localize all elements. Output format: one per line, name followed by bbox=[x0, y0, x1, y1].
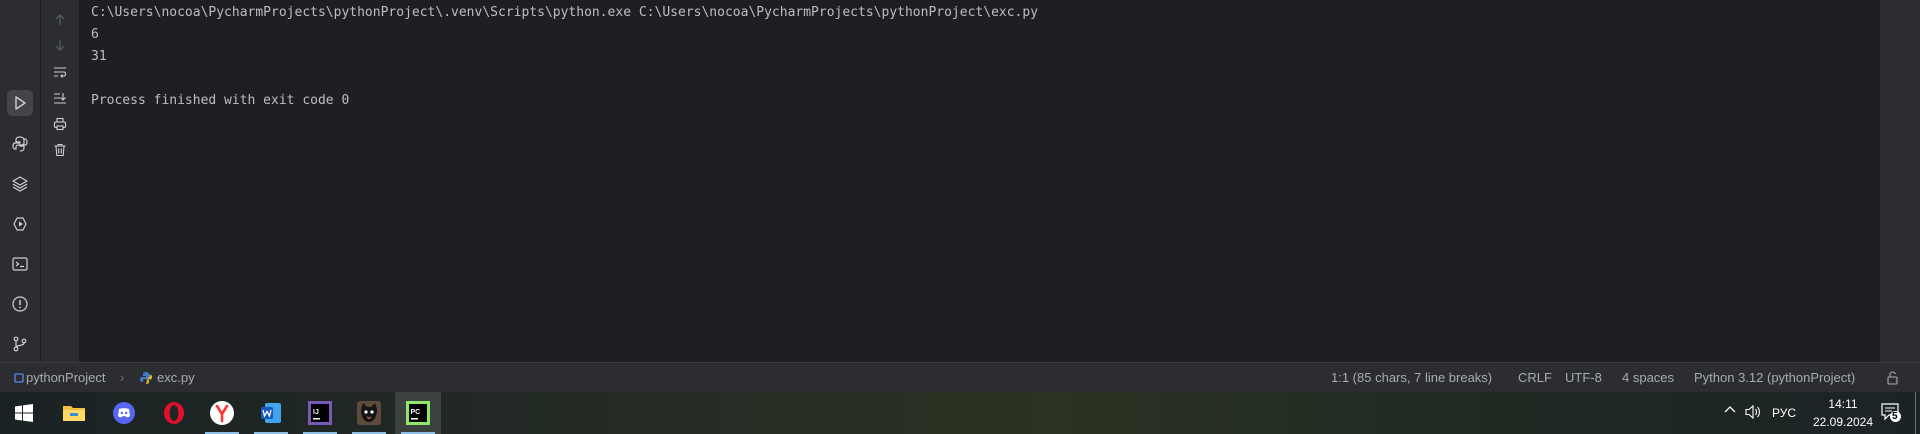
problems-icon bbox=[12, 296, 28, 312]
run-console[interactable]: C:\Users\nocoa\PycharmProjects\pythonPro… bbox=[80, 0, 1880, 362]
file-explorer-icon bbox=[63, 406, 85, 421]
breadcrumb-chevron-icon: › bbox=[120, 370, 125, 385]
print-button[interactable] bbox=[50, 114, 70, 134]
scroll-to-end-button[interactable] bbox=[50, 88, 70, 108]
services-tool-button[interactable] bbox=[7, 211, 33, 237]
problems-tool-button[interactable] bbox=[7, 291, 33, 317]
print-icon bbox=[53, 117, 67, 131]
status-bar: pythonProject › exc.py 1:1 (85 chars, 7 … bbox=[0, 362, 1920, 393]
indent-setting[interactable]: 4 spaces bbox=[1622, 370, 1674, 385]
git-tool-button[interactable] bbox=[7, 331, 33, 357]
windows-taskbar: IJ PC РУС 14:11 22.09.2024 5 bbox=[0, 392, 1920, 434]
word-icon bbox=[261, 403, 281, 423]
python-packages-tool-button[interactable] bbox=[7, 171, 33, 197]
terminal-icon bbox=[12, 257, 28, 271]
opera-icon bbox=[164, 402, 184, 424]
scroll-to-end-icon bbox=[54, 93, 66, 104]
services-icon bbox=[13, 217, 27, 231]
console-line-output: 31 bbox=[91, 49, 107, 64]
terminal-tool-button[interactable] bbox=[7, 251, 33, 277]
svg-text:IJ: IJ bbox=[313, 409, 319, 416]
taskbar-cat-app[interactable] bbox=[346, 392, 392, 434]
run-tool-button[interactable] bbox=[7, 90, 33, 116]
cat-app-icon bbox=[357, 401, 381, 425]
clear-all-button[interactable] bbox=[50, 140, 70, 160]
soft-wrap-icon bbox=[54, 67, 67, 78]
python-packages-icon bbox=[12, 176, 28, 192]
console-line-exit-status: Process finished with exit code 0 bbox=[91, 93, 350, 108]
volume-icon[interactable] bbox=[1744, 404, 1762, 423]
input-language[interactable]: РУС bbox=[1772, 406, 1796, 420]
breadcrumb-file[interactable]: exc.py bbox=[157, 370, 195, 385]
right-gutter bbox=[1879, 0, 1920, 362]
windows-start-icon bbox=[15, 404, 33, 422]
taskbar-opera[interactable] bbox=[151, 392, 197, 434]
previous-occurrence-button[interactable] bbox=[50, 10, 70, 30]
taskbar-file-explorer[interactable] bbox=[51, 392, 97, 434]
taskbar-intellij-idea[interactable]: IJ bbox=[297, 392, 343, 434]
python-console-icon bbox=[12, 136, 28, 152]
soft-wrap-button[interactable] bbox=[50, 62, 70, 82]
taskbar-discord[interactable] bbox=[101, 392, 147, 434]
notifications-icon[interactable] bbox=[1880, 401, 1902, 426]
breadcrumb-project[interactable]: pythonProject bbox=[26, 370, 106, 385]
start-button[interactable] bbox=[1, 392, 47, 434]
notification-count-badge: 5 bbox=[1892, 411, 1898, 422]
pycharm-icon: PC bbox=[406, 401, 430, 425]
python-file-icon bbox=[139, 371, 153, 388]
trash-icon bbox=[54, 143, 66, 157]
run-toolbar bbox=[41, 0, 80, 362]
git-icon bbox=[13, 336, 27, 352]
taskbar-yandex-browser[interactable] bbox=[199, 392, 245, 434]
intellij-idea-icon: IJ bbox=[308, 401, 332, 425]
svg-text:PC: PC bbox=[411, 409, 421, 416]
taskbar-word[interactable] bbox=[248, 392, 294, 434]
clock-date[interactable]: 22.09.2024 bbox=[1806, 415, 1880, 429]
show-desktop-button[interactable] bbox=[1915, 392, 1920, 434]
discord-icon bbox=[113, 402, 135, 424]
next-occurrence-button[interactable] bbox=[50, 35, 70, 55]
tool-window-bar bbox=[0, 0, 41, 362]
module-icon bbox=[14, 371, 24, 386]
line-separator[interactable]: CRLF bbox=[1518, 370, 1552, 385]
console-line-output: 6 bbox=[91, 27, 99, 42]
run-icon bbox=[15, 96, 26, 110]
taskbar-pycharm[interactable]: PC bbox=[395, 392, 441, 434]
console-line-command: C:\Users\nocoa\PycharmProjects\pythonPro… bbox=[91, 5, 1039, 20]
file-encoding[interactable]: UTF-8 bbox=[1565, 370, 1602, 385]
python-console-tool-button[interactable] bbox=[7, 131, 33, 157]
caret-position[interactable]: 1:1 (85 chars, 7 line breaks) bbox=[1331, 370, 1492, 385]
clock-time[interactable]: 14:11 bbox=[1818, 397, 1868, 411]
arrow-up-icon bbox=[55, 14, 65, 25]
tray-overflow-chevron-icon[interactable] bbox=[1723, 403, 1737, 420]
yandex-browser-icon bbox=[210, 401, 234, 425]
lock-icon[interactable] bbox=[1886, 371, 1900, 388]
arrow-down-icon bbox=[55, 40, 65, 51]
python-interpreter[interactable]: Python 3.12 (pythonProject) bbox=[1694, 370, 1855, 385]
